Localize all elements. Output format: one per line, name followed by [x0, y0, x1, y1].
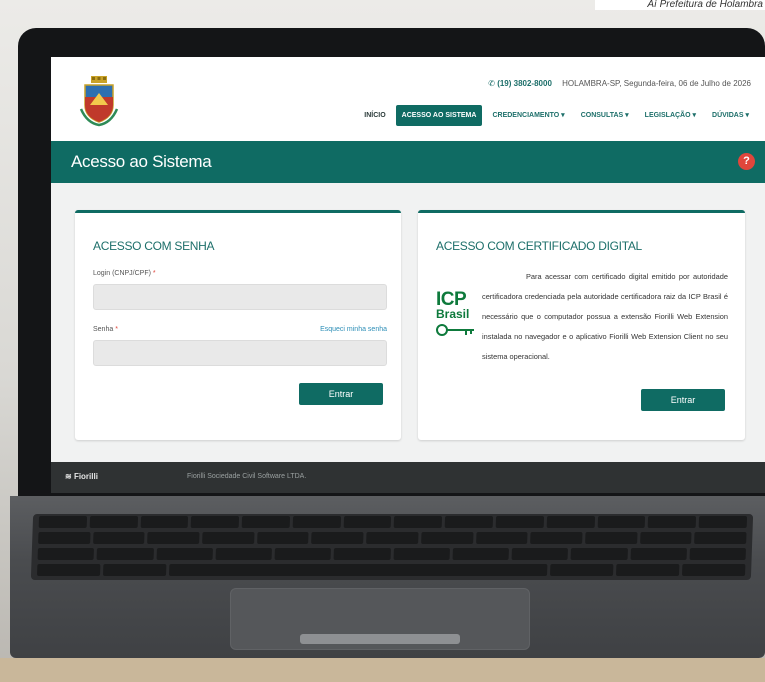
login-card: ACESSO COM SENHA Login (CNPJ/CPF) * Senh…: [75, 210, 401, 440]
nav-duvidas[interactable]: DÚVIDAS ▾: [706, 104, 755, 126]
fiorilli-logo: ≋ Fiorilli: [65, 472, 98, 481]
site-footer: ≋ Fiorilli Fiorilli Sociedade Civil Soft…: [51, 462, 765, 493]
nav-credenciamento[interactable]: CREDENCIAMENTO ▾: [486, 104, 570, 126]
icp-brasil-logo: ICP Brasil: [436, 289, 478, 355]
site-header: ✆ (19) 3802-8000 HOLAMBRA-SP, Segunda-fe…: [51, 57, 765, 141]
fiorilli-logo-icon: ≋: [65, 472, 72, 481]
phone-number: (19) 3802-8000: [497, 79, 552, 88]
password-input[interactable]: [93, 340, 387, 366]
laptop-hinge: [300, 634, 460, 644]
help-icon[interactable]: ?: [738, 153, 755, 170]
required-mark: *: [115, 326, 118, 333]
laptop-keyboard: [30, 514, 754, 580]
main-nav: INÍCIO ACESSO AO SISTEMA CREDENCIAMENTO …: [358, 104, 755, 126]
certificate-submit-button[interactable]: Entrar: [641, 389, 725, 411]
nav-inicio[interactable]: INÍCIO: [358, 105, 391, 126]
phone-icon: ✆: [488, 79, 495, 88]
required-mark: *: [152, 270, 156, 277]
title-bar: Acesso ao Sistema ?: [51, 141, 765, 183]
image-caption: Aí Prefeitura de Holambra: [595, 0, 765, 10]
footer-company: Fiorilli Sociedade Civil Software LTDA.: [187, 473, 307, 480]
forgot-password-link[interactable]: Esqueci minha senha: [320, 326, 387, 333]
key-icon: [436, 324, 474, 336]
page-title: Acesso ao Sistema: [71, 152, 212, 171]
nav-legislacao[interactable]: LEGISLAÇÃO ▾: [639, 104, 702, 126]
login-submit-button[interactable]: Entrar: [299, 383, 383, 405]
browser-screen: ✆ (19) 3802-8000 HOLAMBRA-SP, Segunda-fe…: [51, 57, 765, 493]
password-field-label: Senha *: [93, 326, 118, 333]
nav-consultas[interactable]: CONSULTAS ▾: [575, 104, 635, 126]
fiorilli-logo-text: Fiorilli: [73, 472, 98, 481]
certificate-card-title: ACESSO COM CERTIFICADO DIGITAL: [436, 239, 642, 253]
password-label-text: Senha: [93, 326, 114, 333]
contact-info: ✆ (19) 3802-8000 HOLAMBRA-SP, Segunda-fe…: [488, 79, 751, 88]
login-card-title: ACESSO COM SENHA: [93, 239, 215, 253]
location-date: HOLAMBRA-SP, Segunda-feira, 06 de Julho …: [562, 79, 751, 88]
login-input[interactable]: [93, 284, 387, 310]
icp-logo-main: ICP: [436, 289, 467, 310]
table-surface: [0, 658, 765, 682]
icp-logo-sub: Brasil: [436, 307, 470, 321]
nav-acesso-ao-sistema[interactable]: ACESSO AO SISTEMA: [395, 104, 483, 126]
certificate-description: Para acessar com certificado digital emi…: [482, 272, 728, 361]
certificate-card: ACESSO COM CERTIFICADO DIGITAL ICP Brasi…: [418, 210, 745, 440]
login-label-text: Login (CNPJ/CPF): [93, 270, 151, 277]
city-crest-icon: [79, 76, 119, 127]
login-field-label: Login (CNPJ/CPF) *: [93, 270, 156, 277]
